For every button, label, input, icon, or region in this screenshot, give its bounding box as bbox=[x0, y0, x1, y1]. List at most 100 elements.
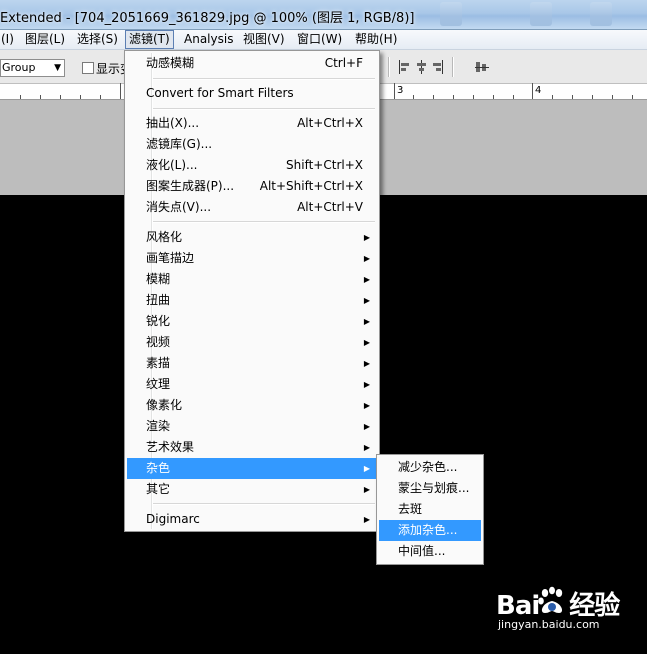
menu-divider bbox=[153, 78, 375, 80]
align-center-icon[interactable] bbox=[414, 59, 428, 75]
chevron-down-icon: ▼ bbox=[54, 63, 61, 73]
menu-image[interactable]: (I) bbox=[0, 31, 17, 48]
submenu-arrow-icon: ▶ bbox=[363, 515, 370, 524]
ruler-minor-tick bbox=[473, 95, 474, 99]
show-transform-checkbox[interactable] bbox=[82, 62, 94, 74]
menu-item-label: 纹理 bbox=[146, 377, 171, 391]
ruler-minor-tick bbox=[592, 95, 593, 99]
auto-select-dropdown[interactable]: Group ▼ bbox=[0, 59, 65, 77]
ruler-minor-tick bbox=[40, 95, 41, 99]
menu-analysis[interactable]: Analysis bbox=[181, 31, 236, 48]
menu-item-label: 图案生成器(P)... bbox=[146, 179, 235, 193]
menu-item-distort[interactable]: 扭曲 ▶ bbox=[127, 290, 377, 311]
submenu-arrow-icon: ▶ bbox=[363, 254, 370, 263]
menu-item-extract[interactable]: 抽出(X)... Alt+Ctrl+X bbox=[127, 113, 377, 134]
menu-item-label: 其它 bbox=[146, 482, 171, 496]
menu-item-blur[interactable]: 模糊 ▶ bbox=[127, 269, 377, 290]
menu-help[interactable]: 帮助(H) bbox=[352, 31, 400, 48]
submenu-arrow-icon: ▶ bbox=[363, 443, 370, 452]
paw-logo-icon bbox=[537, 586, 567, 619]
menu-item-shortcut: Ctrl+F bbox=[324, 56, 363, 70]
menu-item-label: 消失点(V)... bbox=[146, 200, 212, 214]
ruler-minor-tick bbox=[612, 95, 613, 99]
submenu-item-median[interactable]: 中间值... bbox=[379, 541, 481, 562]
auto-align-icon[interactable] bbox=[474, 59, 489, 75]
menu-item-pixelate[interactable]: 像素化 ▶ bbox=[127, 395, 377, 416]
submenu-item-reduce-noise[interactable]: 减少杂色... bbox=[379, 457, 481, 478]
menu-item-video[interactable]: 视频 ▶ bbox=[127, 332, 377, 353]
menu-item-last-filter[interactable]: 动感模糊 Ctrl+F bbox=[127, 53, 377, 74]
submenu-arrow-icon: ▶ bbox=[363, 296, 370, 305]
menu-item-shortcut: Alt+Shift+Ctrl+X bbox=[259, 179, 363, 193]
menu-item-label: 蒙尘与划痕... bbox=[398, 481, 470, 495]
menu-item-render[interactable]: 渲染 ▶ bbox=[127, 416, 377, 437]
ruler-tick bbox=[120, 83, 121, 99]
submenu-arrow-icon: ▶ bbox=[363, 380, 370, 389]
menu-item-label: 去斑 bbox=[398, 502, 423, 516]
menu-layer[interactable]: 图层(L) bbox=[22, 31, 68, 48]
menu-select[interactable]: 选择(S) bbox=[74, 31, 121, 48]
menu-item-sharpen[interactable]: 锐化 ▶ bbox=[127, 311, 377, 332]
submenu-arrow-icon: ▶ bbox=[363, 401, 370, 410]
menu-item-noise[interactable]: 杂色 ▶ bbox=[127, 458, 377, 479]
window-chrome-glare bbox=[440, 2, 462, 26]
menu-item-brush-strokes[interactable]: 画笔描边 ▶ bbox=[127, 248, 377, 269]
menu-item-label: 减少杂色... bbox=[398, 460, 458, 474]
menu-item-label: 像素化 bbox=[146, 398, 183, 412]
ruler-minor-tick bbox=[493, 95, 494, 99]
align-left-icon[interactable] bbox=[398, 59, 412, 75]
menu-item-artistic[interactable]: 艺术效果 ▶ bbox=[127, 437, 377, 458]
menu-bar: (I) 图层(L) 选择(S) 滤镜(T) Analysis 视图(V) 窗口(… bbox=[0, 30, 647, 50]
menu-item-label: 抽出(X)... bbox=[146, 116, 200, 130]
menu-item-label: 艺术效果 bbox=[146, 440, 195, 454]
menu-item-filter-gallery[interactable]: 滤镜库(G)... bbox=[127, 134, 377, 155]
menu-item-label: 动感模糊 bbox=[146, 56, 195, 70]
submenu-arrow-icon: ▶ bbox=[363, 275, 370, 284]
submenu-item-add-noise[interactable]: 添加杂色... bbox=[379, 520, 481, 541]
watermark-url: jingyan.baidu.com bbox=[498, 618, 600, 631]
window-chrome-glare bbox=[530, 2, 552, 26]
ruler-label: 3 bbox=[397, 85, 404, 96]
ruler-minor-tick bbox=[413, 95, 414, 99]
menu-item-label: 风格化 bbox=[146, 230, 183, 244]
menu-item-liquify[interactable]: 液化(L)... Shift+Ctrl+X bbox=[127, 155, 377, 176]
menu-item-other[interactable]: 其它 ▶ bbox=[127, 479, 377, 500]
menu-item-label: Convert for Smart Filters bbox=[146, 86, 294, 100]
watermark-brand-right: 经验 bbox=[569, 591, 620, 621]
menu-item-label: 模糊 bbox=[146, 272, 171, 286]
ruler-minor-tick bbox=[60, 95, 61, 99]
menu-item-label: 液化(L)... bbox=[146, 158, 198, 172]
menu-divider bbox=[153, 221, 375, 223]
ruler-minor-tick bbox=[453, 95, 454, 99]
ruler-minor-tick bbox=[433, 95, 434, 99]
toolbar-separator bbox=[388, 57, 390, 77]
submenu-arrow-icon: ▶ bbox=[363, 422, 370, 431]
menu-item-convert-smart-filters[interactable]: Convert for Smart Filters bbox=[127, 83, 377, 104]
menu-item-digimarc[interactable]: Digimarc ▶ bbox=[127, 509, 377, 530]
submenu-item-despeckle[interactable]: 去斑 bbox=[379, 499, 481, 520]
menu-item-stylize[interactable]: 风格化 ▶ bbox=[127, 227, 377, 248]
submenu-arrow-icon: ▶ bbox=[363, 464, 370, 473]
menu-item-texture[interactable]: 纹理 ▶ bbox=[127, 374, 377, 395]
noise-submenu: 减少杂色... 蒙尘与划痕... 去斑 添加杂色... 中间值... bbox=[376, 454, 484, 565]
title-bar: Extended - [704_2051669_361829.jpg @ 100… bbox=[0, 0, 647, 30]
menu-window[interactable]: 窗口(W) bbox=[294, 31, 345, 48]
menu-item-vanishing-point[interactable]: 消失点(V)... Alt+Ctrl+V bbox=[127, 197, 377, 218]
align-right-icon[interactable] bbox=[430, 59, 444, 75]
ruler-label: 4 bbox=[535, 85, 542, 96]
menu-item-label: 锐化 bbox=[146, 314, 171, 328]
ruler-tick bbox=[394, 83, 395, 99]
menu-item-label: 添加杂色... bbox=[398, 523, 458, 537]
menu-item-label: 视频 bbox=[146, 335, 171, 349]
menu-filter[interactable]: 滤镜(T) bbox=[125, 30, 174, 49]
menu-divider bbox=[153, 108, 375, 110]
menu-view[interactable]: 视图(V) bbox=[240, 31, 288, 48]
ruler-minor-tick bbox=[100, 95, 101, 99]
menu-item-sketch[interactable]: 素描 ▶ bbox=[127, 353, 377, 374]
submenu-arrow-icon: ▶ bbox=[363, 359, 370, 368]
menu-item-shortcut: Alt+Ctrl+X bbox=[297, 116, 363, 130]
window-title: Extended - [704_2051669_361829.jpg @ 100… bbox=[0, 11, 415, 26]
menu-item-pattern-maker[interactable]: 图案生成器(P)... Alt+Shift+Ctrl+X bbox=[127, 176, 377, 197]
menu-item-shortcut: Shift+Ctrl+X bbox=[286, 158, 363, 172]
submenu-item-dust-scratches[interactable]: 蒙尘与划痕... bbox=[379, 478, 481, 499]
